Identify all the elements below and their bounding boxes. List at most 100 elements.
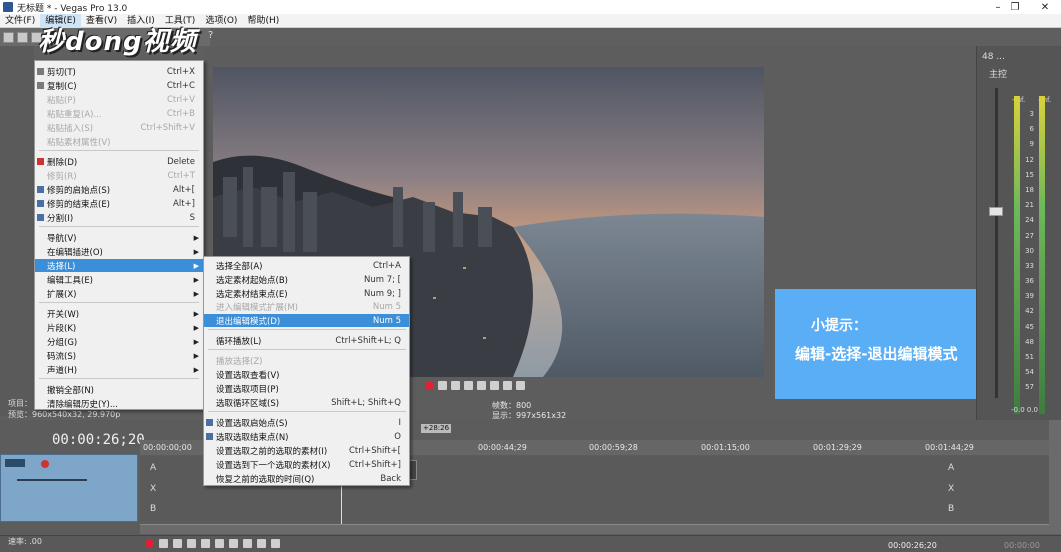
vegas-app-icon	[3, 2, 13, 12]
record-icon[interactable]	[425, 381, 434, 390]
close-button[interactable]: ✕	[1030, 0, 1060, 14]
pause-icon[interactable]	[477, 381, 486, 390]
ruler-label: 00:01:44;29	[925, 443, 974, 452]
record-icon[interactable]	[145, 539, 154, 548]
select-menu-item[interactable]: 设置选取启始点(S) I	[204, 416, 409, 429]
select-menu-item[interactable]: 恢复之前的选取的时间(Q) Back	[204, 472, 409, 485]
edit-menu-item[interactable]: 选择(L) ▶	[35, 259, 203, 272]
edit-menu-item[interactable]: 删除(D) Delete	[35, 155, 203, 168]
edit-menu-item[interactable]: 扩展(X) ▶	[35, 287, 203, 300]
prev-frame-icon[interactable]	[257, 539, 266, 548]
toolbar-tool-icon[interactable]: ?	[208, 30, 213, 41]
select-menu-item[interactable]: 选择全部(A) Ctrl+A	[204, 259, 409, 272]
menu-item-shortcut: Shift+L; Shift+Q	[331, 397, 401, 408]
loop-icon[interactable]	[159, 539, 168, 548]
select-menu-item[interactable]: 进入编辑模式扩展(M) Num 5	[204, 300, 409, 313]
select-menu-item[interactable]: 退出编辑模式(D) Num 5	[204, 314, 409, 327]
clip-handle[interactable]	[409, 460, 417, 480]
menu-item-label: 清除编辑历史(Y)...	[47, 399, 118, 410]
open-folder-icon[interactable]	[17, 31, 28, 43]
loop-icon[interactable]	[438, 381, 447, 390]
select-menu-item[interactable]: 设置选取之前的选取的素材(I) Ctrl+Shift+[	[204, 444, 409, 457]
submenu-arrow-icon: ▶	[193, 261, 199, 270]
edit-menu-item[interactable]: 修剪(R) Ctrl+T	[35, 169, 203, 182]
vertical-scrollbar[interactable]	[1049, 420, 1061, 534]
new-file-icon[interactable]	[3, 31, 14, 43]
select-menu-item[interactable]: 选取选取结束点(N) O	[204, 430, 409, 443]
prev-frame-icon[interactable]	[503, 381, 512, 390]
menu-file[interactable]: 文件(F)	[0, 14, 40, 28]
edit-menu-item[interactable]: 编辑工具(E) ▶	[35, 273, 203, 286]
horizontal-scrollbar[interactable]	[140, 524, 1055, 534]
menu-item-label: 选择全部(A)	[216, 261, 263, 272]
menu-item-label: 片段(K)	[47, 323, 77, 334]
edit-menu-item[interactable]: 导航(V) ▶	[35, 231, 203, 244]
edit-menu-item[interactable]: 在编辑插进(O) ▶	[35, 245, 203, 258]
track-mute-icon[interactable]	[41, 460, 49, 468]
edit-menu-item[interactable]: 粘贴重复(A)... Ctrl+B	[35, 107, 203, 120]
select-menu-item[interactable]: 播放选择(Z)	[204, 354, 409, 367]
select-menu-item[interactable]: 循环播放(L) Ctrl+Shift+L; Q	[204, 334, 409, 347]
menu-options[interactable]: 选项(O)	[200, 14, 242, 28]
edit-menu-item[interactable]: 开关(W) ▶	[35, 307, 203, 320]
edit-menu-item[interactable]: 复制(C) Ctrl+C	[35, 79, 203, 92]
master-fader[interactable]	[989, 207, 1003, 216]
stop-icon[interactable]	[490, 381, 499, 390]
select-menu-item[interactable]: 设置选取项目(P)	[204, 382, 409, 395]
ruler-label: 00:00:59;28	[589, 443, 638, 452]
title-bar: 无标题 * - Vegas Pro 13.0 – ❐ ✕	[0, 0, 1061, 14]
play-icon[interactable]	[187, 539, 196, 548]
menu-item-label: 修剪的结束点(E)	[47, 199, 111, 210]
edit-menu-item[interactable]: 撤销全部(N)	[35, 383, 203, 396]
play-icon[interactable]	[464, 381, 473, 390]
meter-scale-label: 18	[1025, 185, 1034, 194]
edit-menu-item[interactable]: 声道(H) ▶	[35, 363, 203, 376]
menu-item-label: 撤销全部(N)	[47, 385, 94, 396]
track-header[interactable]	[0, 454, 138, 522]
submenu-arrow-icon: ▶	[193, 323, 199, 332]
meter-scale-label: 15	[1025, 170, 1034, 179]
select-menu-item[interactable]: 选定素材结束点(E) Num 9; ]	[204, 287, 409, 300]
next-frame-icon[interactable]	[271, 539, 280, 548]
edit-menu-item[interactable]: 片段(K) ▶	[35, 321, 203, 334]
go-start-icon[interactable]	[229, 539, 238, 548]
track-level-slider[interactable]	[17, 479, 87, 481]
edit-menu-item[interactable]: 分组(G) ▶	[35, 335, 203, 348]
edit-menu-item[interactable]: 粘贴插入(S) Ctrl+Shift+V	[35, 121, 203, 134]
menu-item-shortcut: Num 7; [	[363, 274, 401, 285]
edit-menu-item[interactable]: 修剪的结束点(E) Alt+]	[35, 197, 203, 210]
select-menu-item[interactable]: 选定素材起始点(B) Num 7; [	[204, 273, 409, 286]
edit-menu-item[interactable]: 粘贴素材属性(V)	[35, 135, 203, 148]
edit-menu-item[interactable]: 粘贴(P) Ctrl+V	[35, 93, 203, 106]
preview-info-label: 预览：960x540x32, 29.970p	[8, 410, 121, 419]
maximize-button[interactable]: ❐	[1000, 0, 1030, 14]
select-menu-item[interactable]: 选取循环区域(S) Shift+L; Shift+Q	[204, 396, 409, 409]
level-meter-right	[1039, 96, 1045, 414]
edit-menu-item[interactable]: 修剪的启始点(S) Alt+[	[35, 183, 203, 196]
next-frame-icon[interactable]	[516, 381, 525, 390]
time-marker[interactable]: +28:26	[421, 424, 452, 433]
stop-icon[interactable]	[215, 539, 224, 548]
watermark-logo: 秒dong视频	[38, 27, 197, 57]
go-end-icon[interactable]	[243, 539, 252, 548]
timecode-display: 00:00:26;20	[52, 432, 145, 448]
edit-menu-item[interactable]: 码流(S) ▶	[35, 349, 203, 362]
meter-scale-label: 30	[1025, 246, 1034, 255]
tip-box: 小提示： 编辑-选择-退出编辑模式	[775, 289, 996, 399]
menu-help[interactable]: 帮助(H)	[242, 14, 284, 28]
menu-item-shortcut: Ctrl+Shift+[	[348, 445, 401, 456]
select-menu-item[interactable]: 设置选到下一个选取的素材(X) Ctrl+Shift+]	[204, 458, 409, 471]
menu-item-label: 选定素材结束点(E)	[216, 289, 288, 300]
play-from-start-icon[interactable]	[173, 539, 182, 548]
mixer-bottom-values: -0.0 0.0	[1011, 406, 1039, 414]
edit-menu-item[interactable]: 分割(I) S	[35, 211, 203, 224]
submenu-arrow-icon: ▶	[193, 309, 199, 318]
track-video-icon	[5, 459, 25, 467]
select-menu-item[interactable]: 设置选取查看(V)	[204, 368, 409, 381]
menu-item-label: 设置选取项目(P)	[216, 384, 279, 395]
pause-icon[interactable]	[201, 539, 210, 548]
edit-menu-item[interactable]: 清除编辑历史(Y)...	[35, 397, 203, 410]
play-from-start-icon[interactable]	[451, 381, 460, 390]
menu-separator	[39, 378, 199, 379]
edit-menu-item[interactable]: 剪切(T) Ctrl+X	[35, 65, 203, 78]
